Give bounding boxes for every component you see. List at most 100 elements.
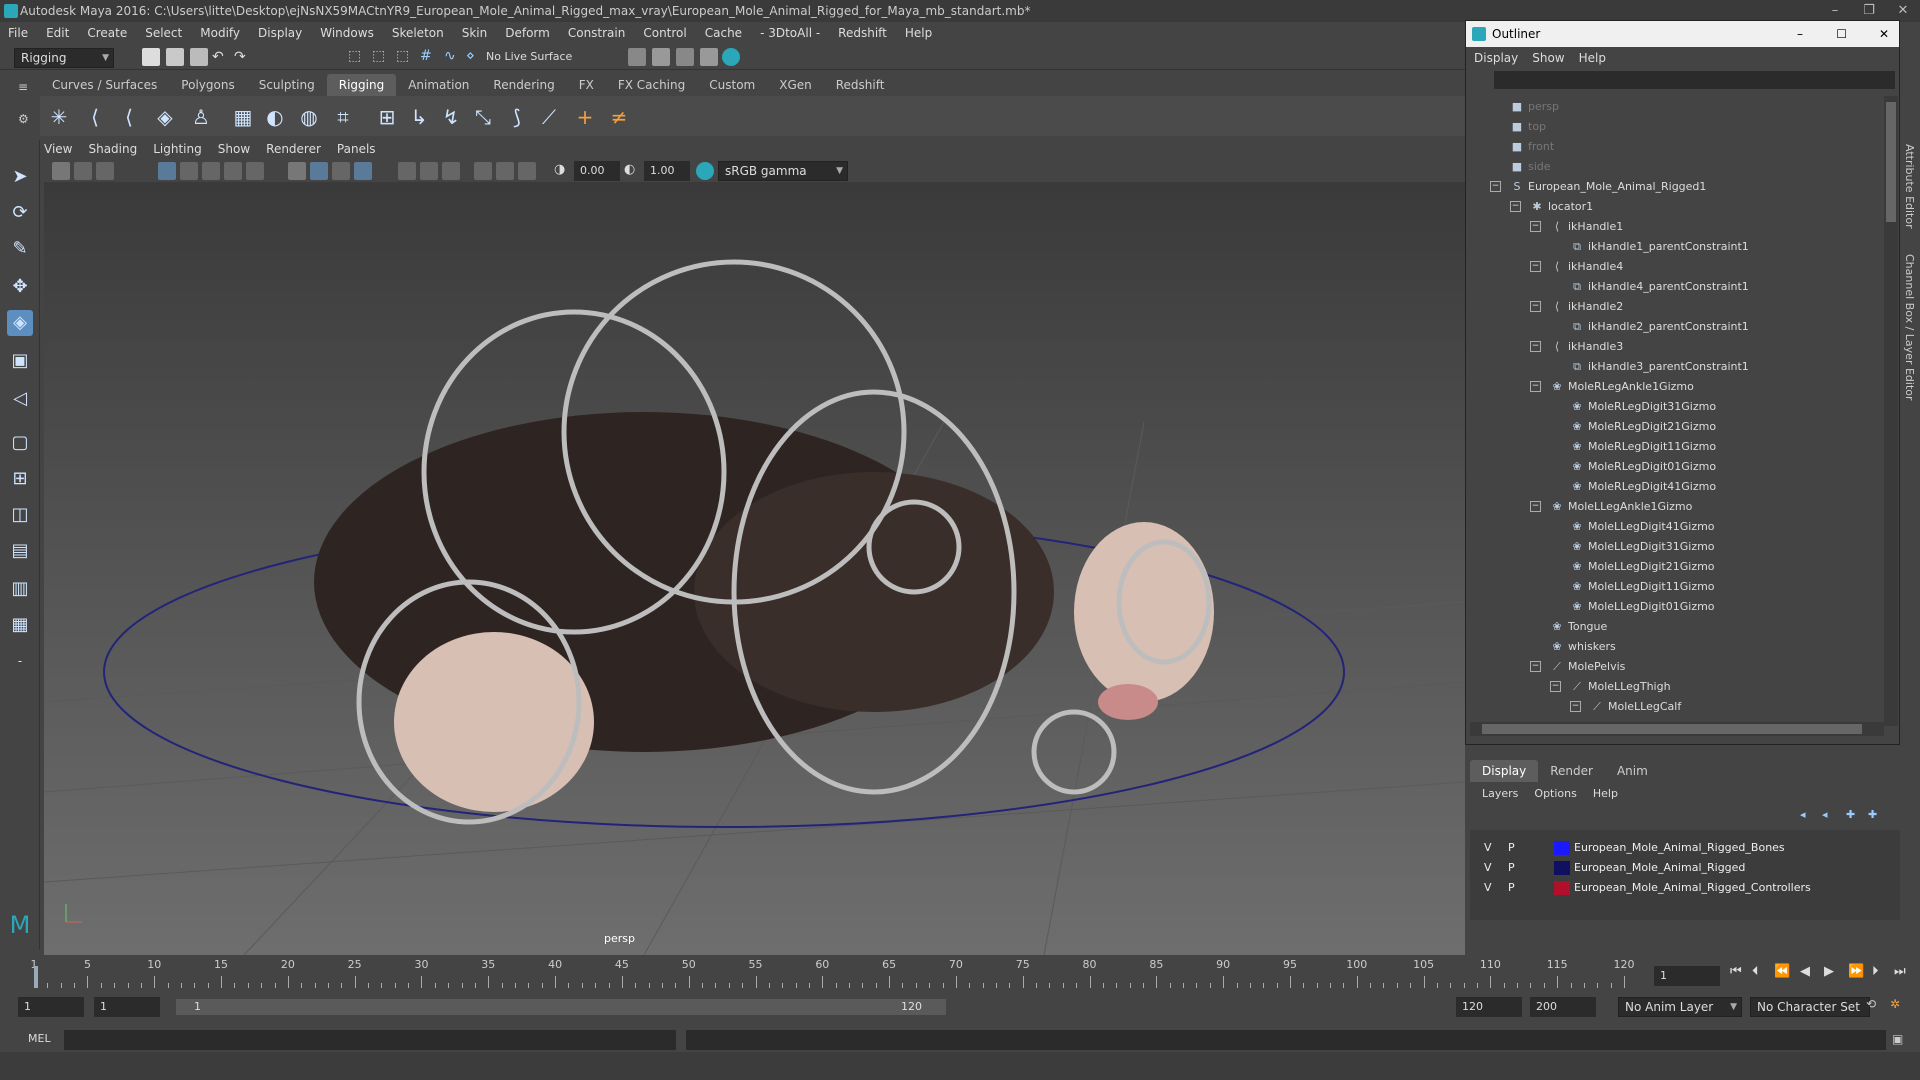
command-input[interactable] [64, 1030, 676, 1050]
outliner-item[interactable]: ❀ MoleLLegDigit41Gizmo [1570, 517, 1714, 537]
outliner-horizontal-scrollbar[interactable] [1470, 722, 1884, 736]
menu-item[interactable]: Select [145, 26, 182, 40]
playback-start-field[interactable]: 1 [94, 997, 160, 1017]
layer-visibility-toggle[interactable]: V [1484, 858, 1492, 878]
menu-item[interactable]: Skeleton [392, 26, 444, 40]
play-back-icon[interactable]: ◀ [1800, 964, 1810, 979]
camera-select-icon[interactable] [52, 162, 70, 180]
layer-editor-menu-item[interactable]: Help [1593, 787, 1618, 800]
save-scene-icon[interactable] [190, 48, 208, 66]
outliner-item[interactable]: ⧉ ikHandle1_parentConstraint1 [1570, 237, 1749, 257]
camera-attributes-icon[interactable] [74, 162, 92, 180]
layer-visibility-toggle[interactable]: V [1484, 878, 1492, 898]
outliner-menu-item[interactable]: Display [1474, 51, 1518, 65]
layer-playback-toggle[interactable]: P [1508, 838, 1515, 858]
menu-item[interactable]: Windows [320, 26, 374, 40]
isolate-select-icon[interactable] [474, 162, 492, 180]
bookmark-icon[interactable] [96, 162, 114, 180]
orient-constraint-icon[interactable]: ↯ [438, 104, 464, 130]
outliner-item[interactable]: ❀ Tongue [1550, 617, 1607, 637]
expand-collapse-icon[interactable]: − [1530, 661, 1541, 672]
mole-left-paw[interactable] [394, 632, 594, 812]
shelf-tab[interactable]: Redshift [824, 74, 897, 96]
snap-grid-icon[interactable]: # [420, 48, 438, 66]
scale-tool-icon[interactable]: ▣ [7, 348, 33, 374]
color-management-icon[interactable] [696, 162, 714, 180]
panel-menu-item[interactable]: Panels [337, 142, 376, 160]
use-all-lights-icon[interactable] [354, 162, 372, 180]
outliner-item[interactable]: − ✱ locator1 [1510, 197, 1593, 217]
menu-item[interactable]: Edit [46, 26, 69, 40]
mole-snout[interactable] [1098, 684, 1158, 720]
outliner-item[interactable]: ⧉ ikHandle4_parentConstraint1 [1570, 277, 1749, 297]
go-to-end-icon[interactable]: ⏭ [1894, 964, 1906, 979]
new-layer-icon[interactable]: ✚ [1846, 808, 1855, 821]
hypershade-icon[interactable] [722, 48, 740, 66]
range-slider[interactable]: 1 120 [176, 999, 946, 1015]
outliner-close-icon[interactable]: ✕ [1879, 21, 1889, 47]
expand-collapse-icon[interactable]: − [1510, 201, 1521, 212]
side-by-side-layout-icon[interactable]: ◫ [7, 502, 33, 528]
xray-joints-icon[interactable] [518, 162, 536, 180]
exposure-field[interactable]: 0.00 [574, 161, 620, 181]
menu-item[interactable]: Deform [505, 26, 550, 40]
menu-item[interactable]: - 3DtoAll - [760, 26, 820, 40]
layer-move-up-icon[interactable]: ◂ [1800, 808, 1806, 821]
expand-collapse-icon[interactable]: − [1550, 681, 1561, 692]
undo-icon[interactable]: ↶ [212, 50, 230, 68]
set-key-icon[interactable]: + [572, 104, 598, 130]
channel-box-tab[interactable]: Channel Box / Layer Editor [1903, 254, 1916, 401]
set-driven-key-icon[interactable]: ≠ [606, 104, 632, 130]
minimize-icon[interactable]: – [1818, 0, 1852, 22]
ipr-render-icon[interactable] [676, 48, 694, 66]
outliner-item[interactable]: − ⟋ MoleLLegThigh [1550, 677, 1671, 697]
outliner-item[interactable]: ❀ whiskers [1550, 637, 1615, 657]
outliner-item[interactable]: − ❀ MoleLLegAnkle1Gizmo [1530, 497, 1692, 517]
outliner-item[interactable]: ■ top [1510, 117, 1546, 137]
menu-item[interactable]: Help [905, 26, 932, 40]
snap-curve-icon[interactable]: ∿ [444, 48, 462, 66]
select-tool-icon[interactable]: ➤ [7, 164, 33, 190]
toolbox-collapse-icon[interactable]: - [7, 648, 33, 674]
shelf-tab[interactable]: Curves / Surfaces [40, 74, 169, 96]
panel-menu-item[interactable]: Show [218, 142, 250, 160]
layer-editor-tab[interactable]: Render [1538, 760, 1605, 782]
expand-collapse-icon[interactable]: − [1530, 501, 1541, 512]
aim-constraint-icon[interactable]: ↳ [406, 104, 432, 130]
layer-editor-menu-item[interactable]: Options [1534, 787, 1576, 800]
color-space-dropdown[interactable]: sRGB gamma ▼ [718, 161, 848, 181]
step-forward-icon[interactable]: ⏵ [1872, 964, 1879, 979]
animation-end-field[interactable]: 200 [1530, 997, 1596, 1017]
persp-graph-layout-icon[interactable]: ▥ [7, 576, 33, 602]
panel-menu-item[interactable]: Shading [88, 142, 137, 160]
render-view-icon[interactable] [628, 48, 646, 66]
outliner-item[interactable]: ■ side [1510, 157, 1551, 177]
create-joints-icon[interactable]: ✳ [46, 104, 72, 130]
menu-item[interactable]: Display [258, 26, 302, 40]
outliner-item[interactable]: − ⟋ MoleLLegCalf [1570, 697, 1681, 717]
lattice-icon[interactable]: ◍ [296, 104, 322, 130]
current-frame-marker[interactable] [34, 966, 38, 988]
layer-editor-tab[interactable]: Anim [1605, 760, 1660, 782]
snap-point-icon[interactable]: ⋄ [466, 48, 484, 66]
outliner-item[interactable]: ❀ MoleLLegDigit11Gizmo [1570, 577, 1714, 597]
antialiasing-icon[interactable] [442, 162, 460, 180]
outliner-scroll-thumb[interactable] [1886, 102, 1896, 222]
next-key-icon[interactable]: ⏩ [1848, 964, 1864, 979]
ik-handle-icon[interactable]: ⟨ [82, 104, 108, 130]
viewport-persp[interactable]: persp [44, 182, 1465, 955]
expand-collapse-icon[interactable]: − [1530, 341, 1541, 352]
command-language-label[interactable]: MEL [28, 1032, 51, 1045]
preferences-icon[interactable]: ✲ [1890, 997, 1900, 1011]
outliner-item[interactable]: ■ front [1510, 137, 1554, 157]
anim-layer-dropdown[interactable]: No Anim Layer ▼ [1618, 997, 1742, 1017]
shelf-settings-icon[interactable]: ⚙ [18, 112, 29, 126]
animation-start-field[interactable]: 1 [18, 997, 84, 1017]
menu-item[interactable]: Cache [705, 26, 742, 40]
persp-outliner-layout-icon[interactable]: ▤ [7, 538, 33, 564]
hypershade-layout-icon[interactable]: ▦ [7, 612, 33, 638]
shelf-tab[interactable]: XGen [767, 74, 824, 96]
shelf-tab[interactable]: FX [567, 74, 606, 96]
shelf-tab[interactable]: Animation [396, 74, 481, 96]
shelf-tab[interactable]: Custom [697, 74, 767, 96]
